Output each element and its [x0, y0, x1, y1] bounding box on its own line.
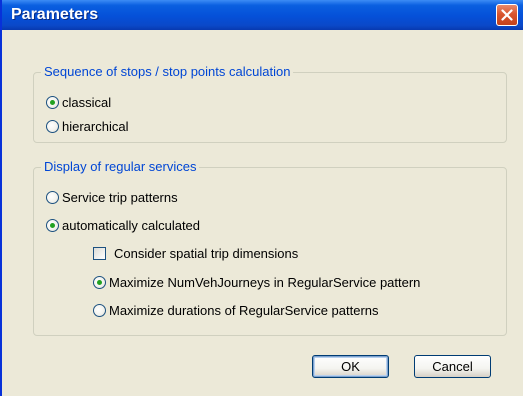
radio-button-selected[interactable]	[46, 218, 59, 232]
cancel-button[interactable]: Cancel	[414, 355, 491, 378]
radio-classical[interactable]: classical	[46, 93, 111, 111]
radio-maximize-numvehjourneys[interactable]: Maximize NumVehJourneys in RegularServic…	[93, 273, 420, 291]
radio-button[interactable]	[46, 190, 59, 204]
radio-button[interactable]	[46, 119, 59, 133]
radio-maximize-durations[interactable]: Maximize durations of RegularService pat…	[93, 301, 379, 319]
radio-button-selected[interactable]	[93, 275, 106, 289]
radio-service-trip-patterns[interactable]: Service trip patterns	[46, 188, 178, 206]
dialog-title: Parameters	[11, 6, 99, 23]
checkbox-spatial-trip-dimensions-label: Consider spatial trip dimensions	[114, 245, 299, 261]
radio-hierarchical-label: hierarchical	[62, 118, 129, 134]
radio-button-selected[interactable]	[46, 95, 59, 109]
radio-button[interactable]	[93, 303, 106, 317]
close-button[interactable]	[496, 4, 518, 26]
checkbox-spatial-trip-dimensions[interactable]: Consider spatial trip dimensions	[93, 244, 298, 262]
ok-button[interactable]: OK	[312, 355, 389, 378]
radio-maximize-durations-label: Maximize durations of RegularService pat…	[109, 302, 379, 318]
checkbox[interactable]	[93, 246, 106, 260]
radio-classical-label: classical	[62, 94, 112, 110]
title-bar[interactable]: Parameters	[2, 0, 523, 30]
radio-maximize-numvehjourneys-label: Maximize NumVehJourneys in RegularServic…	[109, 274, 421, 290]
regular-services-legend: Display of regular services	[41, 159, 200, 175]
radio-automatically-calculated-label: automatically calculated	[62, 217, 201, 233]
radio-hierarchical[interactable]: hierarchical	[46, 117, 128, 135]
radio-service-trip-patterns-label: Service trip patterns	[62, 189, 178, 205]
parameters-dialog: Parameters Sequence of stops / stop poin…	[0, 0, 523, 396]
stops-calculation-legend: Sequence of stops / stop points calculat…	[41, 64, 294, 80]
radio-automatically-calculated[interactable]: automatically calculated	[46, 216, 200, 234]
close-icon	[501, 9, 513, 21]
